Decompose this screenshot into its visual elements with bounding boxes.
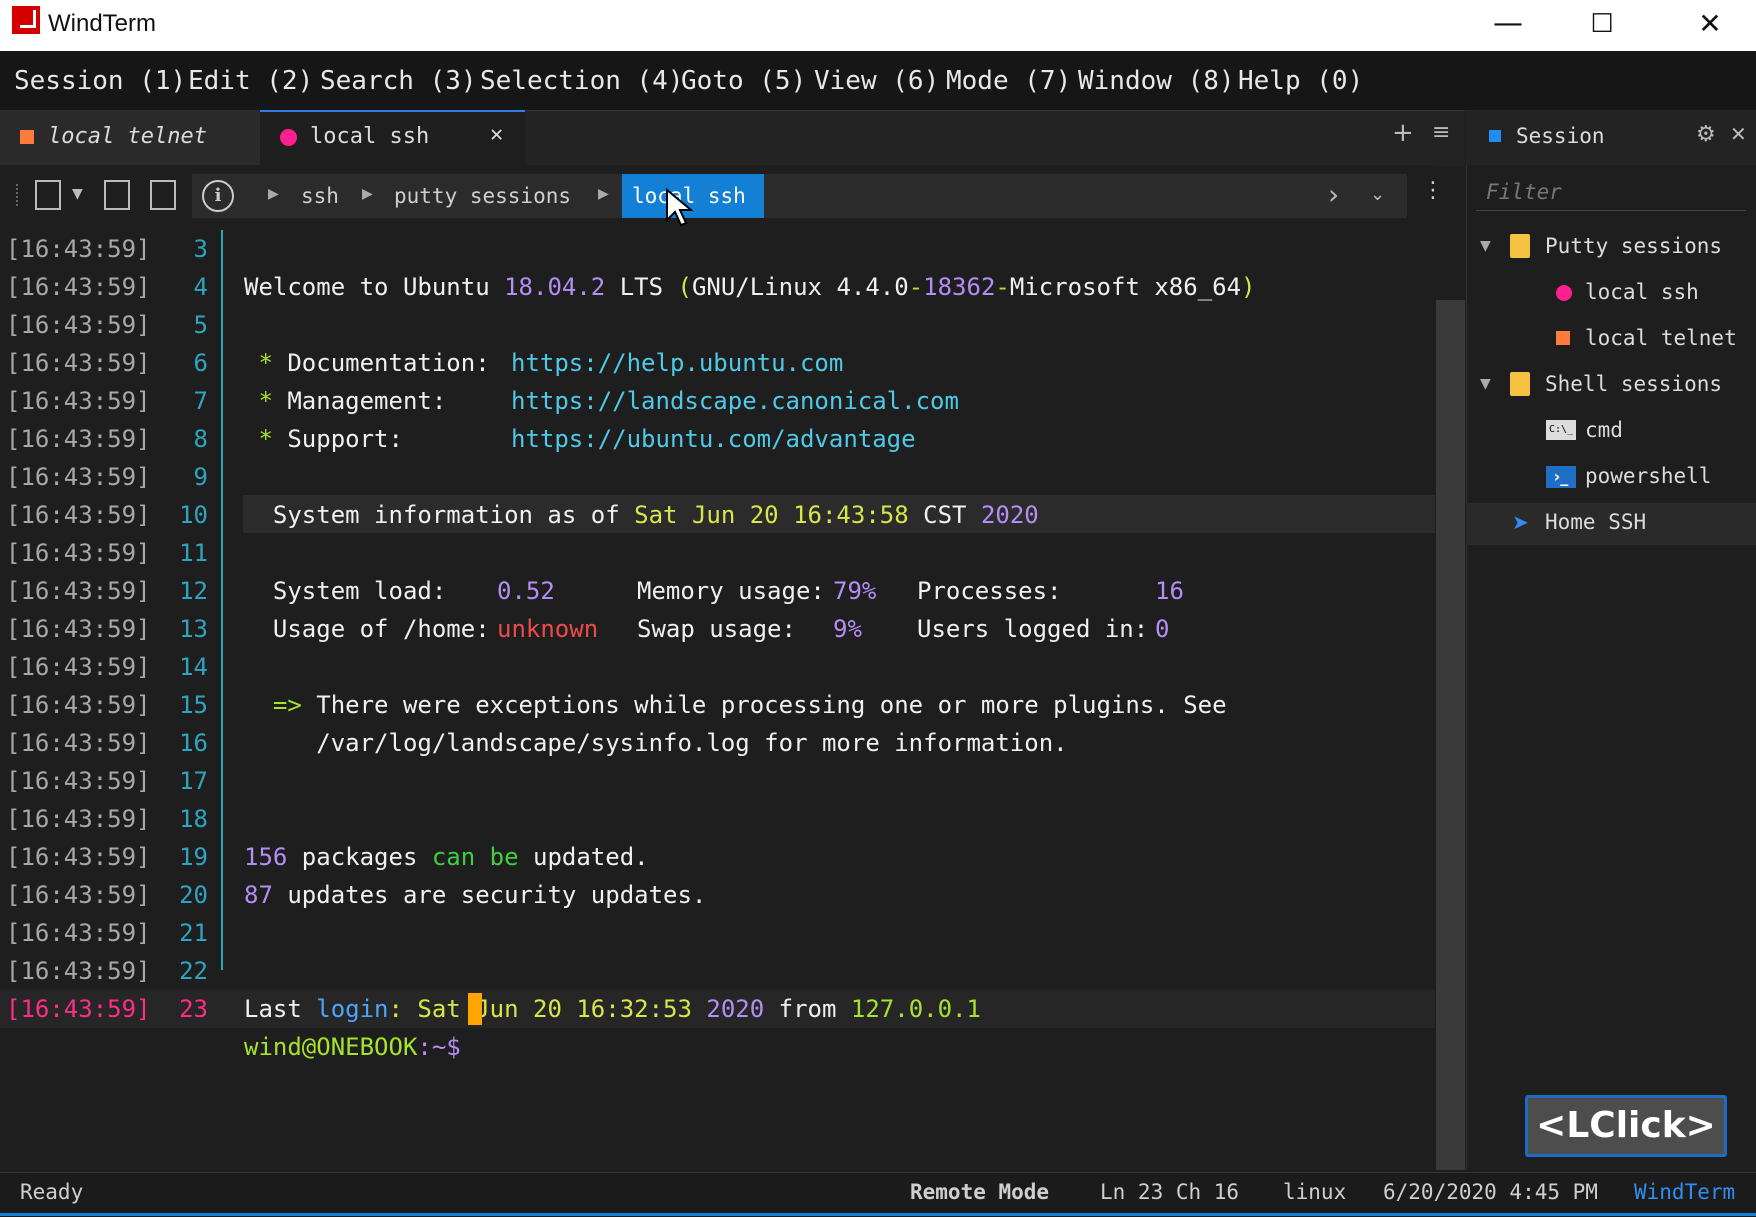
session-panel-icon (1489, 130, 1501, 142)
menu-view[interactable]: View (6) (814, 66, 939, 96)
menu-window[interactable]: Window (8) (1078, 66, 1235, 96)
breadcrumb-item-local-ssh[interactable]: local ssh (622, 174, 764, 218)
send-arrow-icon: ➤ (1512, 510, 1529, 534)
ssh-icon (280, 129, 297, 146)
chevron-down-icon[interactable]: ⌄ (1370, 184, 1385, 205)
new-session-icon[interactable] (35, 180, 61, 210)
status-mode[interactable]: Remote Mode (910, 1180, 1049, 1204)
breadcrumb-item-ssh[interactable]: ssh (301, 184, 339, 208)
new-session-dropdown-icon[interactable]: ▼ (72, 186, 83, 202)
duplicate-session-icon[interactable] (150, 180, 176, 210)
session-item-local-ssh[interactable]: local ssh (1585, 280, 1699, 304)
menu-edit[interactable]: Edit (2) (188, 66, 313, 96)
terminal-line: => There were exceptions while processin… (244, 691, 1227, 719)
line-number: 13 (179, 615, 208, 643)
terminal-gutter-row: [16:43:59] 17 (0, 762, 1435, 800)
status-ready: Ready (20, 1180, 84, 1204)
grip-handle[interactable] (16, 184, 21, 206)
more-options-icon[interactable]: ⋮ (1422, 178, 1444, 203)
folder-icon (1510, 234, 1530, 258)
tab-label: local telnet (48, 124, 207, 149)
status-app-name[interactable]: WindTerm (1634, 1180, 1735, 1204)
menu-selection[interactable]: Selection (4) (480, 66, 684, 96)
line-number: 8 (193, 425, 208, 453)
menu-mode[interactable]: Mode (7) (946, 66, 1071, 96)
terminal-line: /var/log/landscape/sysinfo.log for more … (244, 729, 1068, 757)
tab-label: local ssh (310, 124, 430, 149)
menu-session[interactable]: Session (1) (14, 66, 186, 96)
telnet-icon (20, 130, 34, 144)
terminal-line: System load: 0.52 Memory usage: 79% Processe… (244, 577, 1184, 605)
tab-menu-icon[interactable]: ≡ (1432, 120, 1450, 145)
powershell-icon: ›_ (1546, 466, 1576, 488)
status-os[interactable]: linux (1283, 1180, 1346, 1204)
terminal-prompt-line: wind@ONEBOOK:~$ (244, 1033, 461, 1061)
terminal-line: System information as of Sat Jun 20 16:4… (244, 501, 1039, 529)
breadcrumb-item-putty-sessions[interactable]: putty sessions (394, 184, 571, 208)
session-item-cmd[interactable]: cmd (1585, 418, 1623, 442)
terminal-gutter-row: [16:43:59] 20 (0, 876, 1435, 914)
session-item-home-ssh[interactable]: Home SSH (1545, 510, 1646, 534)
terminal-line: * Documentation: https://help.ubuntu.com (244, 349, 844, 377)
cmd-icon: C:\_ (1546, 420, 1576, 440)
expand-arrow-icon[interactable]: ▼ (1480, 376, 1491, 392)
line-timestamp: [16:43:59] (6, 767, 151, 795)
breadcrumb (192, 174, 1407, 218)
minimize-button[interactable]: — (1478, 6, 1538, 42)
session-item-powershell[interactable]: powershell (1585, 464, 1711, 488)
panel-close-icon[interactable]: ✕ (1730, 122, 1747, 146)
tab-close-icon[interactable]: ✕ (490, 122, 503, 147)
session-panel-title: Session (1516, 124, 1605, 148)
line-number: 16 (179, 729, 208, 757)
window-title: WindTerm (48, 10, 157, 37)
windterm-logo-icon (12, 6, 40, 34)
session-panel (1466, 110, 1756, 1170)
terminal-line: Usage of /home: unknown Swap usage: 9% Users… (244, 615, 1170, 643)
breadcrumb-arrow-icon: ▶ (598, 186, 609, 202)
terminal-line: Last login: Sat Jun 20 16:32:53 2020 fro… (244, 995, 981, 1023)
menu-search[interactable]: Search (3) (320, 66, 477, 96)
maximize-button[interactable]: ☐ (1572, 6, 1632, 42)
terminal-line: * Support: https://ubuntu.com/advantage (244, 425, 916, 453)
expand-arrow-icon[interactable]: ▼ (1480, 238, 1491, 254)
line-number: 21 (179, 919, 208, 947)
telnet-icon (1556, 331, 1570, 345)
terminal-line: * Management: https://landscape.canonical… (244, 387, 959, 415)
breadcrumb-arrow-icon: ▶ (362, 186, 373, 202)
menu-goto[interactable]: Goto (5) (681, 66, 806, 96)
menu-help[interactable]: Help (0) (1238, 66, 1363, 96)
terminal-cursor (468, 993, 482, 1025)
line-number: 17 (179, 767, 208, 795)
status-cursor-position[interactable]: Ln 23 Ch 16 (1100, 1180, 1239, 1204)
folder-icon (1510, 372, 1530, 396)
breadcrumb-arrow-icon: ▶ (268, 186, 279, 202)
status-datetime: 6/20/2020 4:45 PM (1383, 1180, 1598, 1204)
left-click-indicator: <LClick> (1525, 1095, 1727, 1157)
terminal-scrollbar[interactable] (1436, 300, 1465, 1170)
line-timestamp: [16:43:59] (6, 919, 151, 947)
line-number: 4 (193, 273, 208, 301)
group-shell-sessions[interactable]: Shell sessions (1545, 372, 1722, 396)
info-icon[interactable]: i (202, 180, 234, 212)
terminal-gutter-row: [16:43:59] 21 (0, 914, 1435, 952)
new-tab-plus-icon[interactable]: + (1392, 118, 1414, 148)
line-number: 10 (179, 501, 208, 529)
ssh-icon (1556, 285, 1572, 301)
filter-underline (1476, 210, 1746, 211)
session-filter-input[interactable]: Filter (1486, 180, 1562, 204)
close-session-icon[interactable] (104, 180, 130, 210)
terminal-line: 156 packages can be updated. (244, 843, 649, 871)
chevron-right-icon[interactable]: › (1328, 178, 1339, 211)
tab-local-telnet[interactable]: local telnet (0, 110, 260, 165)
terminal-line: 87 updates are security updates. (244, 881, 707, 909)
mouse-pointer-icon (666, 188, 693, 227)
terminal-line: Welcome to Ubuntu 18.04.2 LTS (GNU/Linux… (244, 273, 1256, 301)
line-number: 20 (179, 881, 208, 909)
group-putty-sessions[interactable]: Putty sessions (1545, 234, 1722, 258)
gear-icon[interactable]: ⚙ (1696, 122, 1716, 147)
tab-local-ssh[interactable]: local ssh ✕ (260, 110, 525, 165)
close-button[interactable]: ✕ (1680, 6, 1740, 42)
session-item-local-telnet[interactable]: local telnet (1585, 326, 1737, 350)
